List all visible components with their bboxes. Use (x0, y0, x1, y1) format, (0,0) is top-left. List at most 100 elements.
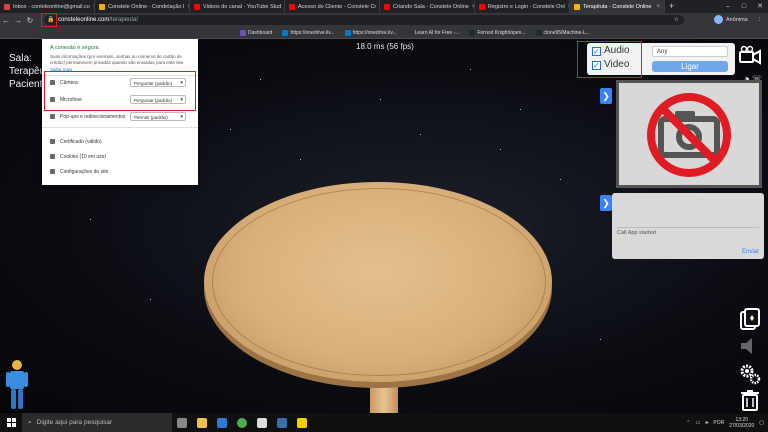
tab-favicon-icon (289, 3, 295, 10)
certificate-icon (50, 139, 55, 144)
cookies-label: Cookies (10 em uso) (60, 153, 107, 160)
notes-icon[interactable] (292, 413, 312, 432)
back-icon[interactable]: ← (0, 16, 12, 25)
browser-tab[interactable]: Inbox - conteleonline@gmail.co× (0, 0, 95, 13)
cookies-link[interactable]: Cookies (10 em uso) (50, 151, 192, 162)
menu-dots-icon[interactable]: ⋮ (757, 17, 763, 23)
explorer-icon[interactable] (192, 413, 212, 432)
avatar (714, 15, 723, 24)
certificate-link[interactable]: Certificado (válido) (50, 136, 192, 147)
site-info-popup: A conexão é segura Suas informações (por… (42, 39, 198, 185)
chrome-icon[interactable] (232, 413, 252, 432)
send-button[interactable]: Enviar (742, 249, 759, 255)
settings-gears-icon[interactable] (738, 361, 762, 385)
cards-icon[interactable] (738, 307, 762, 331)
tab-label: Terapêuta - Constele Online (583, 3, 652, 10)
site-settings-link[interactable]: Configurações do site (50, 166, 192, 177)
notifications-icon[interactable]: ▢ (759, 420, 764, 426)
address-bar[interactable]: 🔒 consteleonline.com/terapeuta/ ☆ (44, 15, 684, 25)
chat-message: Call App started (617, 227, 759, 236)
lock-icon-highlight (41, 13, 57, 27)
expand-video-button[interactable]: ❯ (600, 88, 612, 104)
bookmark-favicon-icon (240, 29, 246, 36)
tab-label: Constele Online - Condelação I (108, 3, 185, 10)
tab-favicon-icon (99, 3, 105, 10)
account-chip[interactable]: Anônima ⋮ (714, 15, 762, 24)
bookmark-item[interactable]: https://onedrive.liv... (282, 29, 335, 36)
popup-description: Suas informações (por exemplo, senhas ou… (50, 54, 185, 65)
avatar-figure-icon[interactable] (4, 358, 30, 413)
bookmark-favicon-icon (282, 29, 289, 36)
tab-favicon-icon (194, 3, 200, 10)
volume-icon[interactable] (738, 334, 762, 358)
search-icon: ⌕ (28, 418, 32, 426)
bookmarks-bar: Dashboard https://onedrive.liv... https://… (0, 27, 768, 39)
bookmark-label: Forrest Knight/open... (477, 29, 526, 36)
browser-tab[interactable]: Constele Online - Condelação I× (95, 0, 190, 13)
room-label: Sala: (9, 53, 32, 64)
bookmark-item[interactable]: clone95/Machine-L... (535, 29, 590, 36)
new-tab-icon[interactable]: + (665, 0, 678, 13)
browser-toolbar: ← → ↻ 🔒 consteleonline.com/terapeuta/ ☆ A… (0, 13, 768, 27)
windows-start-icon[interactable] (0, 413, 22, 432)
popup-title: A conexão é segura (50, 45, 99, 51)
tab-label: Criando Sala - Constele Online (393, 3, 469, 10)
tab-favicon-icon (574, 3, 580, 10)
browser-tab[interactable]: Terapêuta - Constele Online × (570, 0, 665, 13)
maximize-icon[interactable]: □ (736, 0, 752, 13)
video-camera-icon[interactable] (739, 45, 761, 67)
permission-label: Pop-ups e redirecionamentos (60, 113, 126, 120)
tab-label: Inbox - conteleonline@gmail.co (13, 3, 90, 10)
bookmark-label: Learn AI for Free -... (414, 29, 460, 36)
minimize-icon[interactable]: – (720, 0, 736, 13)
unity-icon[interactable] (252, 413, 272, 432)
windows-taskbar: ⌕ Digite aqui para pesquisar ⌃ ▭ 🕪 POR 1… (0, 413, 768, 432)
bookmark-item[interactable]: Learn AI for Free -... (406, 29, 460, 36)
site-settings-label: Configurações do site (60, 168, 109, 175)
edge-icon[interactable] (212, 413, 232, 432)
clock-date: 27/03/2020 (729, 422, 755, 429)
bookmark-item[interactable]: Dashboard (240, 29, 272, 36)
tab-favicon-icon (384, 3, 390, 10)
search-placeholder: Digite aqui para pesquisar (36, 419, 113, 426)
call-button[interactable]: Ligar (652, 61, 728, 72)
gear-icon (50, 169, 55, 174)
tray-chevron-icon[interactable]: ⌃ (686, 420, 690, 426)
popups-permission-select[interactable]: Permitir (padrão) (130, 112, 186, 122)
tab-label: Acesso do Cliente - Constele Cr (298, 3, 377, 10)
divider (42, 127, 198, 128)
steam-icon[interactable] (272, 413, 292, 432)
bookmark-favicon-icon (469, 29, 476, 36)
browser-tab[interactable]: Videos do canal - YouTube Stud× (190, 0, 285, 13)
forward-icon[interactable]: → (12, 16, 24, 25)
browser-tab[interactable]: Registro e Login - Constele Onl× (475, 0, 570, 13)
system-tray: ⌃ ▭ 🕪 POR 13:20 27/03/2020 ▢ (686, 413, 764, 432)
fps-counter: 18.0 ms (56 fps) (356, 42, 414, 51)
close-window-icon[interactable]: ✕ (752, 0, 768, 13)
browser-tab[interactable]: Criando Sala - Constele Online × (380, 0, 475, 13)
chat-panel: Call App started Enviar (612, 193, 764, 259)
bookmark-star-icon[interactable]: ☆ (674, 15, 679, 25)
window-controls: – □ ✕ (720, 0, 768, 13)
clock[interactable]: 13:20 27/03/2020 (729, 417, 754, 429)
account-name: Anônima (726, 16, 748, 23)
permissions-highlight (44, 71, 196, 111)
permission-row-popups: Pop-ups e redirecionamentos Permitir (pa… (50, 111, 192, 122)
url-path: /terapeuta/ (109, 17, 139, 23)
tray-volume-icon[interactable]: 🕪 (705, 420, 708, 426)
trash-icon[interactable] (738, 388, 762, 412)
network-icon[interactable]: ▭ (696, 420, 701, 426)
patient-label: Pacient (9, 79, 43, 90)
bookmark-item[interactable]: Forrest Knight/open... (469, 29, 526, 36)
browser-tab[interactable]: Acesso do Cliente - Constele Cr× (285, 0, 380, 13)
expand-chat-button[interactable]: ❯ (600, 195, 612, 211)
tab-close-icon[interactable]: × (656, 4, 660, 10)
taskbar-search[interactable]: ⌕ Digite aqui para pesquisar (22, 413, 172, 432)
bookmark-label: https://onedrive.liv... (290, 29, 335, 36)
language-indicator[interactable]: POR (713, 420, 724, 426)
bookmark-item[interactable]: https://onedrive.liv... (344, 29, 397, 36)
task-view-icon[interactable] (172, 413, 192, 432)
device-select[interactable]: Any (652, 46, 728, 57)
tab-favicon-icon (4, 3, 10, 10)
reload-icon[interactable]: ↻ (24, 16, 36, 25)
